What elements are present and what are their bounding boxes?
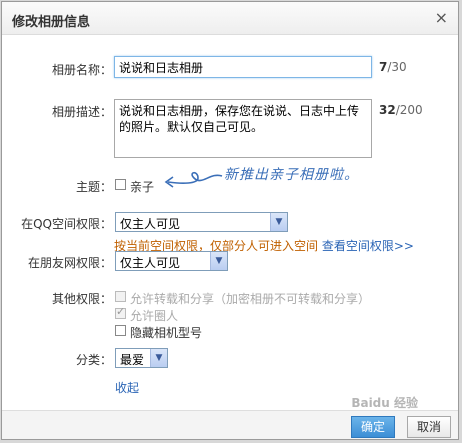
dialog-titlebar: 修改相册信息 × [2,2,458,35]
qzone-permission-label: 在QQ空间权限： [21,217,112,231]
allow-tagging-checkbox[interactable] [115,305,126,319]
hide-camera-model-checkbox[interactable] [115,325,126,336]
close-icon[interactable]: × [435,8,448,27]
theme-label: 主题： [75,180,112,194]
allow-share-checkbox[interactable] [115,291,126,302]
theme-parenting-checkbox[interactable] [115,179,126,190]
desc-count-max: /200 [395,103,423,117]
friends-permission-value: 仅主人可见 [120,256,181,270]
desc-count-current: 32 [379,103,396,117]
cancel-button[interactable]: 取消 [407,416,451,438]
hide-camera-model-label: 隐藏相机型号 [130,326,203,340]
edit-album-dialog: 修改相册信息 × 相册名称： 7/30 相册描述： 说说和日志相册，保存您在说说… [1,1,459,440]
chevron-down-icon: ▼ [150,349,167,367]
baidu-watermark: Baidu 经验 [351,396,418,410]
album-desc-textarea[interactable]: 说说和日志相册，保存您在说说、日志中上传的照片。默认仅自己可见。 [114,99,372,158]
album-desc-label: 相册描述： [51,105,112,119]
qzone-permission-select[interactable]: 仅主人可见 ▼ [115,212,288,232]
qzone-permission-value: 仅主人可见 [120,217,181,231]
category-value: 最爱 [120,353,145,367]
desc-char-count: 32/200 [379,103,423,117]
category-select[interactable]: 最爱 ▼ [115,348,168,368]
allow-share-label: 允许转载和分享（加密相册不可转载和分享） [130,292,371,306]
friends-permission-select[interactable]: 仅主人可见 ▼ [115,251,228,271]
album-name-label: 相册名称： [51,63,112,77]
chevron-down-icon: ▼ [210,252,227,270]
dialog-footer: 确定 取消 [2,410,458,439]
other-permissions-label: 其他权限： [51,292,112,306]
annotation-text: 新推出亲子相册啦。 [224,167,359,183]
view-space-permission-link[interactable]: 查看空间权限>> [322,239,414,253]
theme-parenting-label: 亲子 [130,180,155,194]
name-char-count: 7/30 [379,60,407,74]
allow-tagging-label: 允许圈人 [130,309,179,323]
dialog-title: 修改相册信息 [12,15,91,30]
album-name-input[interactable] [114,56,372,78]
ok-button[interactable]: 确定 [351,416,395,438]
name-count-max: /30 [387,60,407,74]
annotation-arrow-icon [164,171,223,188]
collapse-link[interactable]: 收起 [115,379,139,396]
friends-permission-label: 在朋友网权限： [27,256,112,270]
category-label: 分类： [75,353,112,367]
chevron-down-icon: ▼ [270,213,287,231]
